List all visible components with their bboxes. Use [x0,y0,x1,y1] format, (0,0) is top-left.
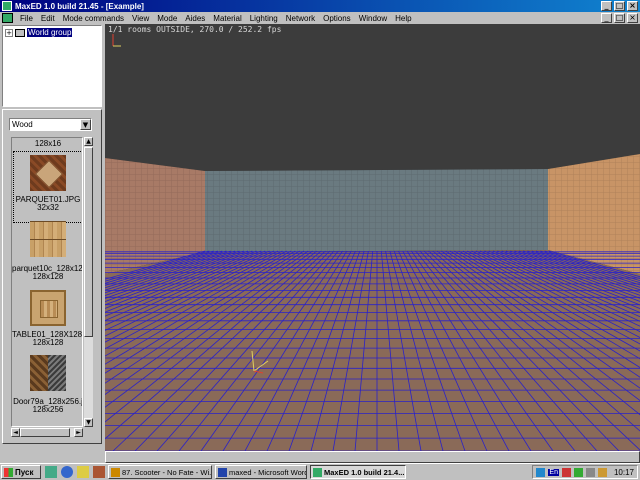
task-label: MaxED 1.0 build 21.4... [324,467,405,477]
title-bar[interactable]: MaxED 1.0 build 21.45 - [Example] _ □ × [0,0,640,12]
texture-thumbnail[interactable] [48,355,66,391]
room-ceiling [105,24,640,171]
window-title: MaxED 1.0 build 21.45 - [Example] [15,1,144,11]
menu-bar: File Edit Mode commands View Mode Aides … [0,12,640,24]
texture-size: 32x32 [37,204,59,212]
start-button[interactable]: Пуск [1,465,41,479]
start-label: Пуск [15,467,34,477]
menu-lighting[interactable]: Lighting [246,14,282,23]
room-scene [105,24,640,451]
doc-restore-button[interactable]: □ [614,13,625,23]
texture-size: 128x128 [32,339,64,347]
word-icon [218,467,227,477]
task-word[interactable]: maxed - Microsoft Word [215,465,307,479]
document-icon[interactable] [2,13,13,23]
minimize-button[interactable]: _ [601,1,612,11]
texture-size: 128x256 [32,406,64,414]
scroll-left-icon[interactable]: ◄ [11,428,20,437]
monitor-icon[interactable] [573,467,583,477]
texture-thumbnail[interactable] [30,221,66,257]
tree-node-world-group[interactable]: + World group [5,28,101,37]
texture-name: parquet10c_128x128. [12,265,83,273]
texture-name: Door79a_128x256.j [13,398,83,406]
tree-node-label[interactable]: World group [27,28,73,37]
scroll-thumb[interactable] [84,147,93,337]
browser-icon[interactable] [61,466,73,478]
scroll-thumb[interactable] [20,428,70,437]
menu-window[interactable]: Window [355,14,391,23]
texture-list[interactable]: 128x16 PARQUET01.JPG 32x32 parquet10c_12… [11,137,83,427]
left-status-strip [0,446,104,463]
tray-app-icon[interactable] [585,467,595,477]
menu-network[interactable]: Network [282,14,319,23]
material-category-select[interactable]: Wood ▼ [9,118,92,131]
close-button[interactable]: × [627,1,638,11]
menu-file[interactable]: File [16,14,37,23]
windows-logo-icon [4,467,13,477]
desktop-icon[interactable] [45,466,57,478]
scene-tree[interactable]: + World group [2,25,102,107]
texture-thumbnail [30,155,66,191]
texture-thumbnail[interactable] [30,290,66,326]
tree-expand-icon[interactable]: + [5,28,13,37]
antivirus-icon[interactable] [561,467,571,477]
texture-list-hscroll[interactable]: ◄ ► [11,428,83,437]
task-label: 87. Scooter - No Fate - Wi... [122,467,212,477]
menu-view[interactable]: View [128,14,153,23]
maximize-button[interactable]: □ [614,1,625,11]
scroll-up-icon[interactable]: ▲ [84,137,93,146]
group-icon [15,28,25,37]
scroll-right-icon[interactable]: ► [74,428,83,437]
task-maxed[interactable]: MaxED 1.0 build 21.4... [310,465,406,479]
menu-help[interactable]: Help [391,14,415,23]
network-icon[interactable] [536,467,546,477]
texture-list-vscroll[interactable]: ▲ ▼ [84,137,93,427]
menu-mode[interactable]: Mode [153,14,181,23]
folder-icon[interactable] [77,466,89,478]
menu-material[interactable]: Material [209,14,245,23]
system-tray: En 10:17 [532,465,638,479]
menu-aides[interactable]: Aides [181,14,209,23]
scroll-down-icon[interactable]: ▼ [84,418,93,427]
taskbar: Пуск 87. Scooter - No Fate - Wi... maxed… [0,463,640,480]
texture-thumbnail[interactable] [30,355,48,391]
task-label: maxed - Microsoft Word [229,467,307,477]
speaker-icon[interactable] [597,467,607,477]
language-indicator[interactable]: En [548,468,559,476]
menu-options[interactable]: Options [319,14,355,23]
material-category-value: Wood [12,120,33,129]
dropdown-arrow-icon[interactable]: ▼ [80,119,91,130]
program-icon[interactable] [93,466,105,478]
fps-readout: 1/1 rooms OUTSIDE, 270.0 / 252.2 fps [108,25,282,34]
doc-close-button[interactable]: × [627,13,638,23]
doc-minimize-button[interactable]: _ [601,13,612,23]
material-panel: Wood ▼ 128x16 PARQUET01.JPG 32x32 parque… [2,109,102,444]
texture-size: 128x128 [32,273,64,281]
texture-name: PARQUET01.JPG [15,196,81,204]
menu-edit[interactable]: Edit [37,14,59,23]
app-icon [2,1,12,11]
app-icon [313,467,322,477]
menu-mode-commands[interactable]: Mode commands [59,14,128,23]
texture-size: 128x16 [34,140,62,148]
status-bar [105,451,640,463]
music-icon [111,467,120,477]
texture-name: TABLE01_128X128. [12,331,83,339]
task-winamp[interactable]: 87. Scooter - No Fate - Wi... [108,465,212,479]
clock[interactable]: 10:17 [614,468,634,477]
3d-viewport[interactable]: 1/1 rooms OUTSIDE, 270.0 / 252.2 fps [105,24,640,451]
